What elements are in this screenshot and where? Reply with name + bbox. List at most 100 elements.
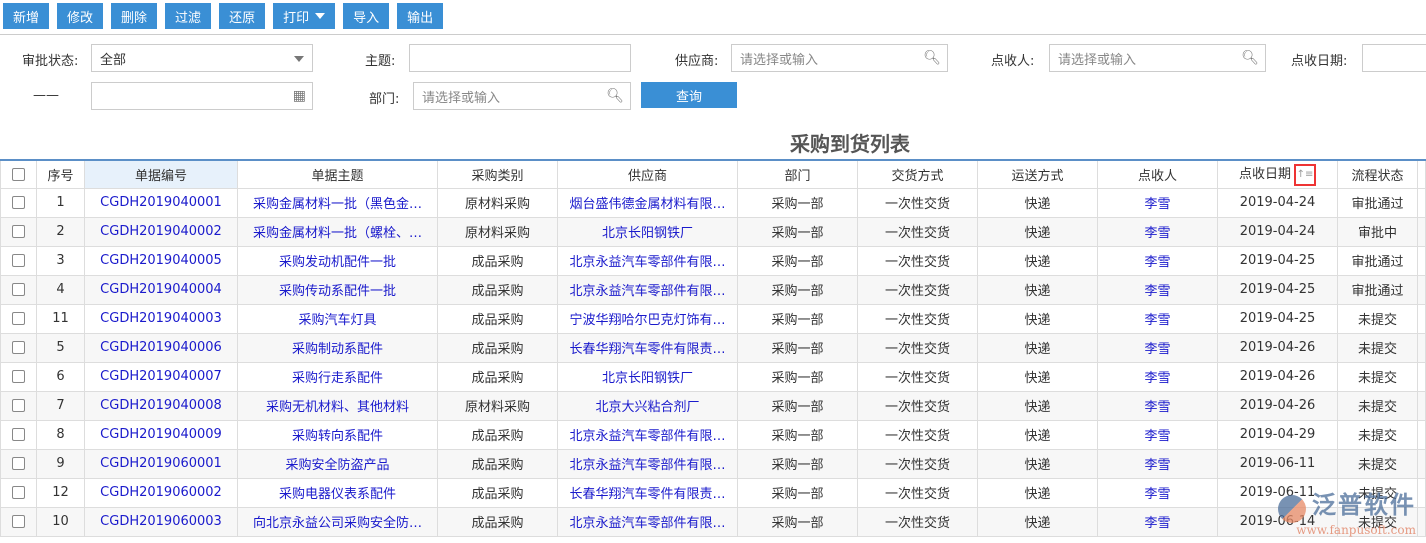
- cell-doc-no[interactable]: CGDH2019040002: [84, 216, 238, 247]
- cell-receiver[interactable]: 李雪: [1097, 332, 1218, 363]
- table-row[interactable]: 5 CGDH2019040006 采购制动系配件 成品采购 长春华翔汽车零件有限责… 采购…: [0, 332, 1426, 363]
- cell-receiver[interactable]: 李雪: [1097, 245, 1218, 276]
- date-end-input[interactable]: ▦: [91, 82, 313, 110]
- cell-subject[interactable]: 采购安全防盗产品: [237, 448, 438, 479]
- row-select-cell[interactable]: [0, 390, 37, 421]
- row-checkbox[interactable]: [12, 515, 25, 528]
- row-select-cell[interactable]: [0, 216, 37, 247]
- edit-button[interactable]: 修改: [57, 3, 104, 29]
- row-select-cell[interactable]: [0, 274, 37, 305]
- row-checkbox[interactable]: [12, 283, 25, 296]
- table-row[interactable]: 8 CGDH2019040009 采购转向系配件 成品采购 北京永益汽车零部件有限… 采购…: [0, 419, 1426, 450]
- row-checkbox[interactable]: [12, 254, 25, 267]
- query-button[interactable]: 查询: [641, 82, 737, 108]
- cell-receiver[interactable]: 李雪: [1097, 187, 1218, 218]
- row-select-cell[interactable]: [0, 477, 37, 508]
- cell-subject[interactable]: 采购汽车灯具: [237, 303, 438, 334]
- filter-button[interactable]: 过滤: [165, 3, 212, 29]
- column-header[interactable]: 点收日期 ↑≡: [1217, 159, 1338, 189]
- cell-receiver[interactable]: 李雪: [1097, 477, 1218, 508]
- table-row[interactable]: 3 CGDH2019040005 采购发动机配件一批 成品采购 北京永益汽车零部件有限……: [0, 245, 1426, 276]
- cell-subject[interactable]: 采购制动系配件: [237, 332, 438, 363]
- cell-supplier[interactable]: 长春华翔汽车零件有限责…: [557, 477, 738, 508]
- row-checkbox[interactable]: [12, 486, 25, 499]
- column-header[interactable]: 供应商: [557, 159, 738, 189]
- cell-doc-no[interactable]: CGDH2019060001: [84, 448, 238, 479]
- row-checkbox[interactable]: [12, 457, 25, 470]
- row-checkbox[interactable]: [12, 225, 25, 238]
- cell-subject[interactable]: 采购转向系配件: [237, 419, 438, 450]
- receiver-input[interactable]: 请选择或输入 🔍︎: [1049, 44, 1266, 72]
- cell-doc-no[interactable]: CGDH2019040007: [84, 361, 238, 392]
- row-select-cell[interactable]: [0, 303, 37, 334]
- row-select-cell[interactable]: [0, 245, 37, 276]
- table-row[interactable]: 1 CGDH2019040001 采购金属材料一批（黑色金… 原材料采购 烟台盛伟德金属…: [0, 187, 1426, 218]
- table-row[interactable]: 12 CGDH2019060002 采购电器仪表系配件 成品采购 长春华翔汽车零件有限责…: [0, 477, 1426, 508]
- cell-doc-no[interactable]: CGDH2019060002: [84, 477, 238, 508]
- cell-receiver[interactable]: 李雪: [1097, 506, 1218, 537]
- cell-subject[interactable]: 采购金属材料一批（螺栓、…: [237, 216, 438, 247]
- row-checkbox[interactable]: [12, 399, 25, 412]
- column-header[interactable]: 流程状态: [1337, 159, 1418, 189]
- delete-button[interactable]: 删除: [111, 3, 158, 29]
- cell-subject[interactable]: 向北京永益公司采购安全防…: [237, 506, 438, 537]
- cell-subject[interactable]: 采购传动系配件一批: [237, 274, 438, 305]
- row-checkbox[interactable]: [12, 341, 25, 354]
- cell-supplier[interactable]: 北京永益汽车零部件有限…: [557, 419, 738, 450]
- subject-input[interactable]: [409, 44, 631, 72]
- cell-subject[interactable]: 采购行走系配件: [237, 361, 438, 392]
- cell-subject[interactable]: 采购金属材料一批（黑色金…: [237, 187, 438, 218]
- supplier-input[interactable]: 请选择或输入 🔍︎: [731, 44, 948, 72]
- row-checkbox[interactable]: [12, 312, 25, 325]
- table-row[interactable]: 6 CGDH2019040007 采购行走系配件 成品采购 北京长阳钢铁厂 采购一部 一次性…: [0, 361, 1426, 392]
- calendar-icon[interactable]: ▦: [293, 88, 306, 104]
- print-button[interactable]: 打印: [273, 3, 336, 29]
- row-select-cell[interactable]: [0, 361, 37, 392]
- export-button[interactable]: 输出: [397, 3, 444, 29]
- cell-subject[interactable]: 采购无机材料、其他材料: [237, 390, 438, 421]
- cell-receiver[interactable]: 李雪: [1097, 361, 1218, 392]
- cell-receiver[interactable]: 李雪: [1097, 419, 1218, 450]
- search-icon[interactable]: 🔍︎: [923, 50, 941, 66]
- cell-receiver[interactable]: 李雪: [1097, 216, 1218, 247]
- row-select-cell[interactable]: [0, 187, 37, 218]
- cell-subject[interactable]: 采购电器仪表系配件: [237, 477, 438, 508]
- cell-receiver[interactable]: 李雪: [1097, 303, 1218, 334]
- sort-icon[interactable]: ↑≡: [1294, 163, 1316, 186]
- search-icon[interactable]: 🔍︎: [1241, 50, 1259, 66]
- cell-receiver[interactable]: 李雪: [1097, 274, 1218, 305]
- status-select[interactable]: 全部: [91, 44, 313, 72]
- cell-supplier[interactable]: 长春华翔汽车零件有限责…: [557, 332, 738, 363]
- cell-doc-no[interactable]: CGDH2019040008: [84, 390, 238, 421]
- column-header[interactable]: 单据主题: [237, 159, 438, 189]
- cell-supplier[interactable]: 北京永益汽车零部件有限…: [557, 506, 738, 537]
- cell-doc-no[interactable]: CGDH2019040006: [84, 332, 238, 363]
- search-icon[interactable]: 🔍︎: [606, 88, 624, 104]
- date-start-input[interactable]: [1362, 44, 1426, 72]
- table-row[interactable]: 11 CGDH2019040003 采购汽车灯具 成品采购 宁波华翔哈尔巴克灯饰有… 采购…: [0, 303, 1426, 334]
- column-header[interactable]: 部门: [737, 159, 858, 189]
- column-header[interactable]: 采购类别: [437, 159, 558, 189]
- row-select-cell[interactable]: [0, 506, 37, 537]
- row-select-cell[interactable]: [0, 332, 37, 363]
- restore-button[interactable]: 还原: [219, 3, 266, 29]
- column-header[interactable]: 交货方式: [857, 159, 978, 189]
- row-checkbox[interactable]: [12, 196, 25, 209]
- table-row[interactable]: 4 CGDH2019040004 采购传动系配件一批 成品采购 北京永益汽车零部件有限……: [0, 274, 1426, 305]
- table-row[interactable]: 7 CGDH2019040008 采购无机材料、其他材料 原材料采购 北京大兴粘合剂厂采…: [0, 390, 1426, 421]
- cell-subject[interactable]: 采购发动机配件一批: [237, 245, 438, 276]
- table-row[interactable]: 2 CGDH2019040002 采购金属材料一批（螺栓、… 原材料采购 北京长阳钢铁厂…: [0, 216, 1426, 247]
- cell-doc-no[interactable]: CGDH2019040005: [84, 245, 238, 276]
- select-all-cell[interactable]: [0, 159, 37, 189]
- import-button[interactable]: 导入: [343, 3, 390, 29]
- add-button[interactable]: 新增: [3, 3, 50, 29]
- column-header[interactable]: 序号: [36, 159, 85, 189]
- cell-supplier[interactable]: 烟台盛伟德金属材料有限…: [557, 187, 738, 218]
- cell-doc-no[interactable]: CGDH2019040004: [84, 274, 238, 305]
- cell-doc-no[interactable]: CGDH2019040009: [84, 419, 238, 450]
- cell-doc-no[interactable]: CGDH2019040003: [84, 303, 238, 334]
- cell-supplier[interactable]: 宁波华翔哈尔巴克灯饰有…: [557, 303, 738, 334]
- cell-supplier[interactable]: 北京永益汽车零部件有限…: [557, 274, 738, 305]
- column-header[interactable]: 单据编号: [84, 159, 238, 189]
- cell-doc-no[interactable]: CGDH2019060003: [84, 506, 238, 537]
